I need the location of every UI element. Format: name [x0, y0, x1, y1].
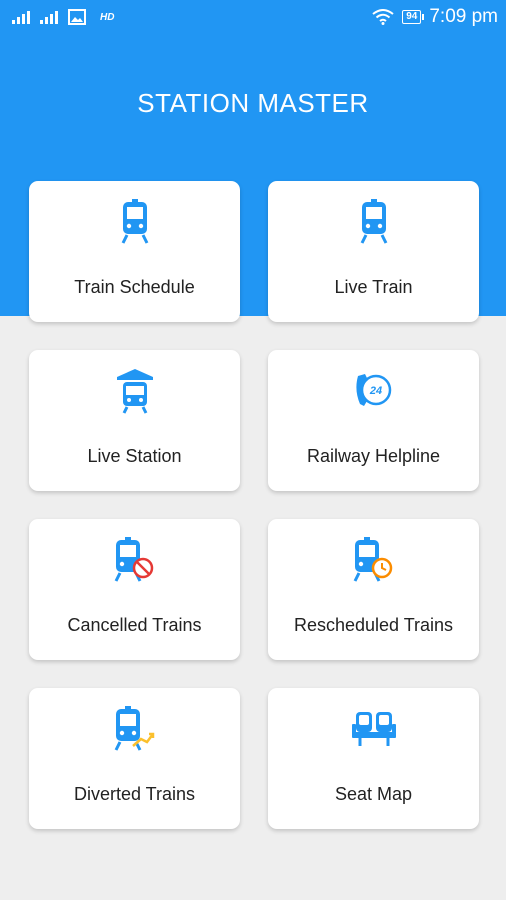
- hd-indicator: HD: [100, 11, 115, 23]
- diverted-train-icon: [29, 706, 240, 758]
- seat-map-label: Seat Map: [334, 784, 413, 804]
- rescheduled-train-icon: [268, 537, 479, 589]
- cancelled-trains-label: Cancelled Trains: [67, 615, 202, 635]
- train-icon: [268, 199, 479, 251]
- app-title: STATION MASTER: [137, 88, 369, 118]
- cancelled-train-icon: [29, 537, 240, 589]
- live-station-button[interactable]: Live Station: [29, 350, 240, 491]
- train-schedule-label: Train Schedule: [74, 277, 195, 297]
- helpline-24-icon: 24: [268, 368, 479, 420]
- clock: 7:09 pm: [429, 6, 498, 27]
- station-icon: [29, 368, 240, 420]
- train-schedule-button[interactable]: Train Schedule: [29, 181, 240, 322]
- diverted-trains-label: Diverted Trains: [73, 784, 196, 804]
- battery-indicator: 94: [402, 10, 425, 24]
- rescheduled-trains-label: Rescheduled Trains: [293, 615, 454, 635]
- cancelled-trains-button[interactable]: Cancelled Trains: [29, 519, 240, 660]
- signal-icon: [12, 11, 30, 24]
- gallery-icon: [68, 9, 86, 25]
- seat-map-button[interactable]: Seat Map: [268, 688, 479, 829]
- status-bar: HD 94 7:09 pm: [0, 0, 506, 38]
- railway-helpline-label: Railway Helpline: [306, 446, 441, 466]
- live-train-label: Live Train: [334, 277, 413, 297]
- train-icon: [29, 199, 240, 251]
- wifi-icon: [372, 9, 394, 25]
- railway-helpline-button[interactable]: 24 Railway Helpline: [268, 350, 479, 491]
- svg-text:24: 24: [368, 385, 381, 397]
- seat-icon: [268, 706, 479, 758]
- live-station-label: Live Station: [87, 446, 182, 466]
- live-train-button[interactable]: Live Train: [268, 181, 479, 322]
- diverted-trains-button[interactable]: Diverted Trains: [29, 688, 240, 829]
- signal-icon: [40, 11, 58, 24]
- rescheduled-trains-button[interactable]: Rescheduled Trains: [268, 519, 479, 660]
